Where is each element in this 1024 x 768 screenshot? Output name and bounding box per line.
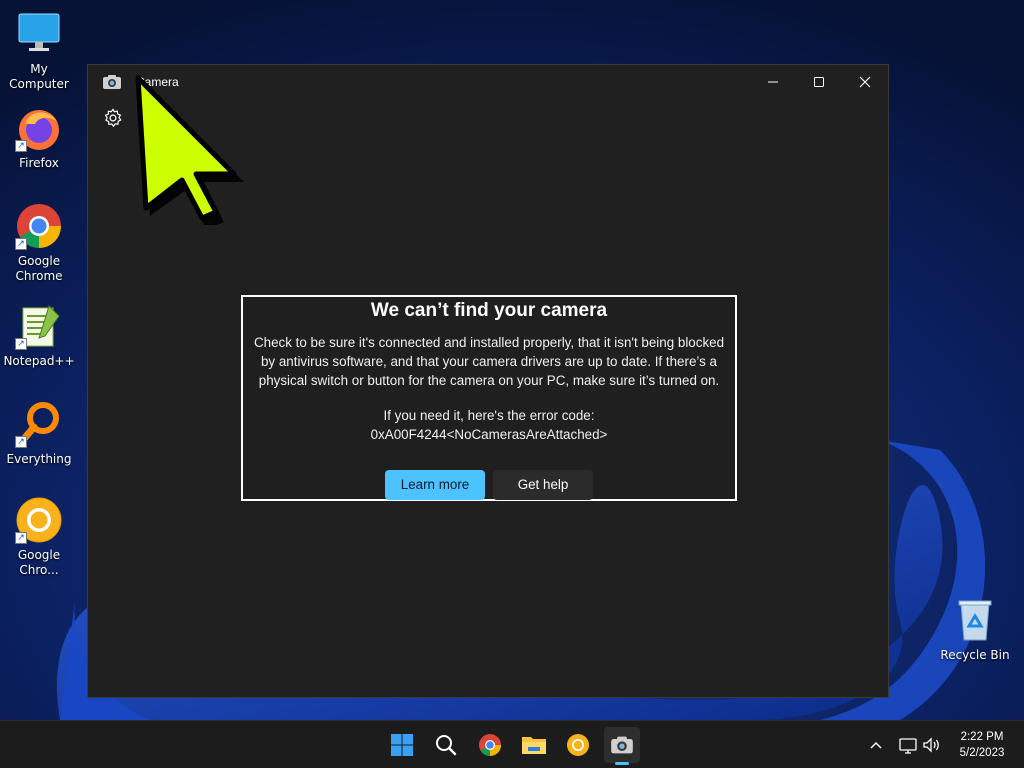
shortcut-arrow-icon: ↗ bbox=[15, 140, 27, 152]
clock-date: 5/2/2023 bbox=[959, 747, 1005, 759]
chevron-up-icon[interactable] bbox=[866, 735, 886, 755]
settings-button[interactable] bbox=[102, 107, 124, 129]
active-app-indicator bbox=[615, 762, 629, 765]
gear-icon bbox=[104, 108, 122, 127]
desktop-icon-label: Notepad++ bbox=[3, 354, 75, 368]
network-icon[interactable] bbox=[898, 735, 918, 755]
chrome-canary-icon: ↗ bbox=[15, 496, 63, 544]
shortcut-arrow-icon: ↗ bbox=[15, 532, 27, 544]
desktop-icon-label: My Computer bbox=[9, 62, 69, 91]
windows-start-icon bbox=[391, 734, 413, 756]
clock-time: 2:22 PM bbox=[960, 731, 1004, 743]
error-title: We can’t find your camera bbox=[370, 300, 608, 321]
desktop-icon-my-computer[interactable]: My Computer bbox=[0, 10, 78, 92]
error-code: 0xA00F4244<NoCamerasAreAttached> bbox=[370, 427, 608, 442]
close-icon bbox=[859, 76, 871, 88]
desktop-icon-label: Everything bbox=[6, 452, 72, 466]
desktop-icon-recycle-bin[interactable]: Recycle Bin bbox=[936, 596, 1014, 663]
maximize-icon bbox=[814, 77, 824, 87]
shortcut-arrow-icon: ↗ bbox=[15, 338, 27, 350]
chrome-canary-icon bbox=[567, 734, 589, 756]
taskbar-clock[interactable]: 2:22 PM 5/2/2023 bbox=[946, 729, 1018, 761]
taskbar-search-button[interactable] bbox=[428, 727, 464, 763]
desktop-icon-notepadpp[interactable]: ↗ Notepad++ bbox=[0, 302, 78, 369]
taskbar-chrome[interactable] bbox=[472, 727, 508, 763]
pointer-arrow-icon bbox=[135, 75, 244, 225]
desktop-icon-firefox[interactable]: ↗ Firefox bbox=[0, 104, 78, 171]
get-help-button[interactable]: Get help bbox=[493, 470, 593, 500]
taskbar: 2:22 PM 5/2/2023 bbox=[0, 720, 1024, 768]
error-actions: Learn more Get help bbox=[243, 470, 735, 500]
camera-icon bbox=[103, 75, 121, 89]
minimize-button[interactable] bbox=[750, 67, 796, 97]
desktop-icon-label: Google Chro... bbox=[17, 548, 61, 577]
shortcut-arrow-icon: ↗ bbox=[15, 436, 27, 448]
everything-search-icon: ↗ bbox=[15, 400, 63, 448]
camera-icon bbox=[611, 736, 633, 754]
start-button[interactable] bbox=[384, 727, 420, 763]
camera-error-dialog: We can’t find your camera Check to be su… bbox=[241, 295, 737, 501]
chrome-icon bbox=[479, 734, 501, 756]
taskbar-chrome-canary[interactable] bbox=[560, 727, 596, 763]
search-icon bbox=[436, 735, 457, 756]
desktop-icon-label: Google Chrome bbox=[15, 254, 63, 283]
firefox-icon: ↗ bbox=[15, 104, 63, 152]
learn-more-button[interactable]: Learn more bbox=[385, 470, 485, 500]
minimize-icon bbox=[768, 81, 778, 83]
desktop-icon-everything[interactable]: ↗ Everything bbox=[0, 400, 78, 467]
maximize-button[interactable] bbox=[796, 67, 842, 97]
close-button[interactable] bbox=[842, 67, 888, 97]
taskbar-file-explorer[interactable] bbox=[516, 727, 552, 763]
monitor-icon bbox=[15, 10, 63, 58]
error-description: Check to be sure it's connected and inst… bbox=[239, 333, 739, 390]
taskbar-camera[interactable] bbox=[604, 727, 640, 763]
error-code-label: If you need it, here's the error code: bbox=[383, 408, 595, 423]
error-line: by antivirus software, and that your cam… bbox=[260, 354, 717, 369]
error-line: physical switch or button for the camera… bbox=[258, 373, 720, 388]
notepadpp-icon: ↗ bbox=[15, 302, 63, 350]
chrome-icon: ↗ bbox=[15, 202, 63, 250]
desktop-icon-label: Recycle Bin bbox=[940, 648, 1010, 662]
desktop-icon-google-chrome-canary[interactable]: ↗ Google Chro... bbox=[0, 496, 78, 578]
shortcut-arrow-icon: ↗ bbox=[15, 238, 27, 250]
desktop-icon-google-chrome[interactable]: ↗ Google Chrome bbox=[0, 202, 78, 284]
desktop-icon-label: Firefox bbox=[19, 156, 59, 170]
file-explorer-icon bbox=[522, 737, 546, 754]
error-line: Check to be sure it's connected and inst… bbox=[253, 335, 725, 350]
recycle-bin-icon bbox=[951, 596, 999, 644]
volume-icon[interactable] bbox=[922, 735, 942, 755]
